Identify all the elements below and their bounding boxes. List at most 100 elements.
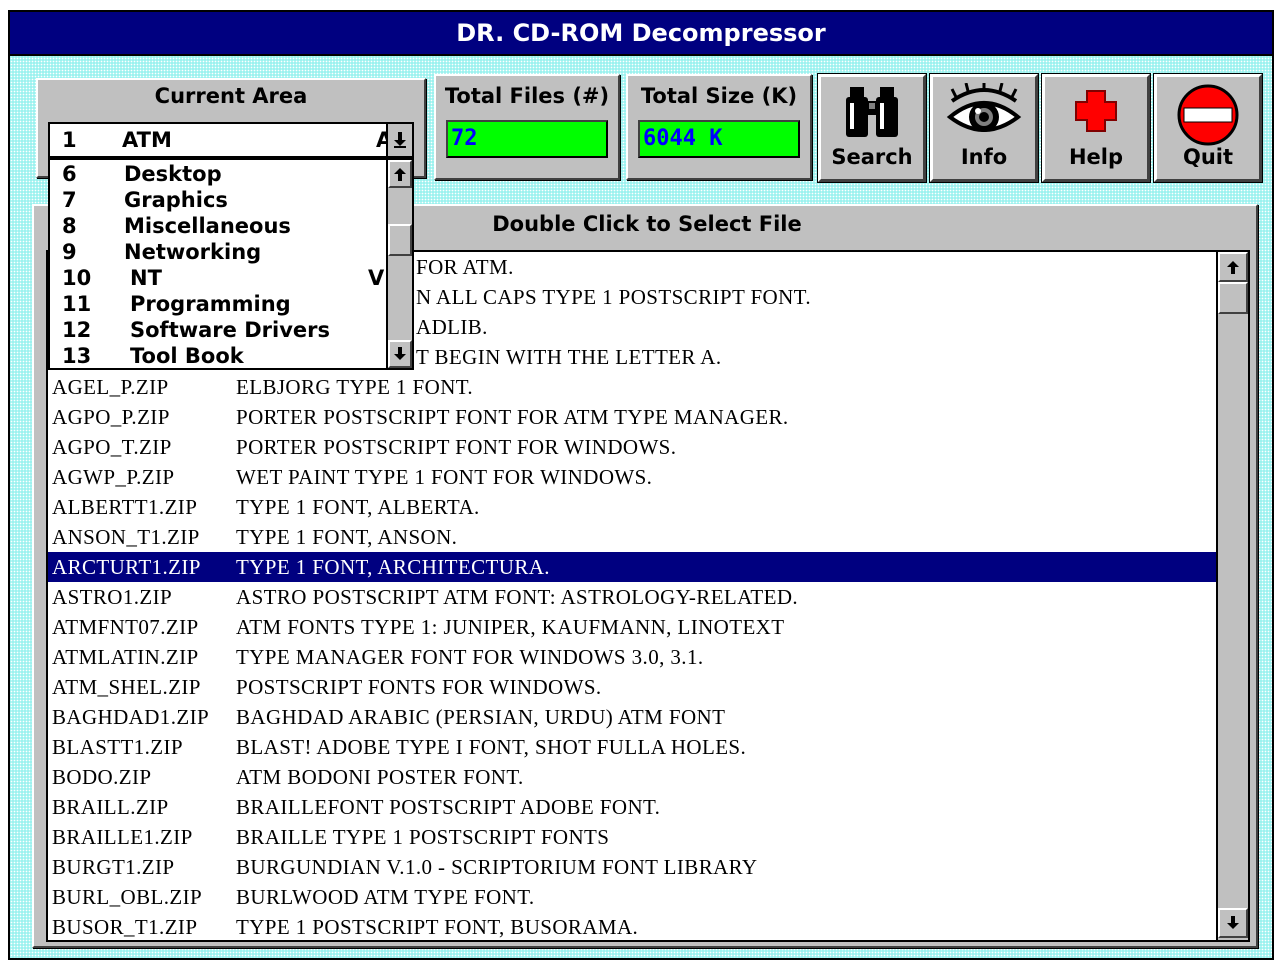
file-description: TYPE 1 POSTSCRIPT FONT, BUSORAMA.	[236, 915, 639, 939]
file-row[interactable]: ATM_SHEL.ZIP POSTSCRIPT FONTS FOR WINDOWS…	[48, 672, 1216, 702]
area-option[interactable]: 7 Graphics	[50, 188, 386, 214]
file-description: T BEGIN WITH THE LETTER A.	[416, 345, 722, 369]
file-description: FOR ATM.	[416, 255, 514, 279]
file-name: AGWP_P.ZIP	[52, 465, 175, 489]
area-option[interactable]: 11 Programming	[50, 292, 386, 318]
file-description: TYPE 1 FONT, ARCHITECTURA.	[236, 555, 550, 579]
area-option[interactable]: 6 Desktop	[50, 162, 386, 188]
area-option-name: Miscellaneous	[124, 214, 291, 238]
quit-button[interactable]: Quit	[1153, 73, 1263, 183]
file-row[interactable]: ATMFNT07.ZIP ATM FONTS TYPE 1: JUNIPER, K…	[48, 612, 1216, 642]
file-name: AGEL_P.ZIP	[52, 375, 169, 399]
binoculars-icon	[846, 87, 898, 137]
area-option-number: 10	[62, 266, 92, 290]
help-button-label: Help	[1068, 145, 1124, 169]
selected-area-name: ATM	[122, 128, 172, 152]
file-row[interactable]: BURGT1.ZIP BURGUNDIAN V.1.0 - SCRIPTORIUM…	[48, 852, 1216, 882]
file-description: BLAST! ADOBE TYPE I FONT, SHOT FULLA HOL…	[236, 735, 747, 759]
file-description: BURLWOOD ATM TYPE FONT.	[236, 885, 535, 909]
file-row[interactable]: BAGHDAD1.ZIP BAGHDAD ARABIC (PERSIAN, URD…	[48, 702, 1216, 732]
current-area-dropdown-list[interactable]: 6 Desktop 7 Graphics 8 Miscellaneous 9 Networki…	[48, 158, 414, 370]
area-option-name: Software Drivers	[130, 318, 330, 342]
area-option[interactable]: 8 Miscellaneous	[50, 214, 386, 240]
area-option-number: 9	[62, 240, 77, 264]
file-row[interactable]: ANSON_T1.ZIP TYPE 1 FONT, ANSON.	[48, 522, 1216, 552]
file-description: TYPE 1 FONT, ANSON.	[236, 525, 458, 549]
file-name: ANSON_T1.ZIP	[52, 525, 200, 549]
file-row[interactable]: AGPO_T.ZIP PORTER POSTSCRIPT FONT FOR WIN…	[48, 432, 1216, 462]
file-row[interactable]: ASTRO1.ZIP ASTRO POSTSCRIPT ATM FONT: AST…	[48, 582, 1216, 612]
area-option-clipped-text: V	[368, 266, 385, 290]
dropdown-scroll-up-button[interactable]	[388, 160, 412, 188]
area-option-name: Programming	[130, 292, 291, 316]
file-row[interactable]: BUSOR_T1.ZIP TYPE 1 POSTSCRIPT FONT, BUSO…	[48, 912, 1216, 942]
file-row[interactable]: BRAILL.ZIP BRAILLEFONT POSTSCRIPT ADOBE F…	[48, 792, 1216, 822]
area-option-number: 7	[62, 188, 77, 212]
file-description: TYPE 1 FONT, ALBERTA.	[236, 495, 480, 519]
area-option-name: Tool Book	[130, 344, 244, 368]
file-description: ASTRO POSTSCRIPT ATM FONT: ASTROLOGY-REL…	[236, 585, 799, 609]
dropdown-scrollbar[interactable]	[386, 160, 412, 368]
file-description: ELBJORG TYPE 1 FONT.	[236, 375, 474, 399]
arrow-down-icon	[394, 347, 406, 360]
area-option-number: 13	[62, 344, 92, 368]
file-row[interactable]: AGPO_P.ZIP PORTER POSTSCRIPT FONT FOR ATM…	[48, 402, 1216, 432]
file-list-scroll-up-button[interactable]	[1218, 252, 1248, 282]
file-name: BUSOR_T1.ZIP	[52, 915, 198, 939]
file-row[interactable]: ALBERTT1.ZIP TYPE 1 FONT, ALBERTA.	[48, 492, 1216, 522]
file-name: BLASTT1.ZIP	[52, 735, 183, 759]
combobox-dropdown-button[interactable]	[386, 124, 412, 156]
file-description: BRAILLEFONT POSTSCRIPT ADOBE FONT.	[236, 795, 661, 819]
file-name: BURGT1.ZIP	[52, 855, 175, 879]
arrow-up-icon	[1227, 261, 1239, 274]
help-button[interactable]: Help	[1041, 73, 1151, 183]
file-name: BAGHDAD1.ZIP	[52, 705, 210, 729]
search-button[interactable]: Search	[817, 73, 927, 183]
file-name: BRAILLE1.ZIP	[52, 825, 193, 849]
area-option-number: 8	[62, 214, 77, 238]
area-option-number: 12	[62, 318, 92, 342]
file-name: ATM_SHEL.ZIP	[52, 675, 201, 699]
file-row[interactable]: BODO.ZIP ATM BODONI POSTER FONT.	[48, 762, 1216, 792]
file-name: ATMFNT07.ZIP	[52, 615, 199, 639]
file-description: PORTER POSTSCRIPT FONT FOR WINDOWS.	[236, 435, 677, 459]
selected-area-number: 1	[62, 128, 77, 152]
file-row[interactable]: AGEL_P.ZIP ELBJORG TYPE 1 FONT.	[48, 372, 1216, 402]
area-option[interactable]: 13 Tool Book	[50, 344, 386, 368]
file-name: BRAILL.ZIP	[52, 795, 169, 819]
area-option[interactable]: 12 Software Drivers	[50, 318, 386, 344]
quit-button-label: Quit	[1182, 145, 1234, 169]
red-cross-icon	[1075, 90, 1117, 132]
area-option[interactable]: 10 NT V	[50, 266, 386, 292]
file-row[interactable]: BRAILLE1.ZIP BRAILLE TYPE 1 POSTSCRIPT FO…	[48, 822, 1216, 852]
area-option-number: 11	[62, 292, 92, 316]
file-description: ATM FONTS TYPE 1: JUNIPER, KAUFMANN, LIN…	[236, 615, 785, 639]
dropdown-scroll-down-button[interactable]	[388, 340, 412, 368]
area-option-name: Graphics	[124, 188, 228, 212]
file-name: AGPO_P.ZIP	[52, 405, 170, 429]
info-button[interactable]: Info	[929, 73, 1039, 183]
file-name: ARCTURT1.ZIP	[52, 555, 201, 579]
area-option[interactable]: 9 Networking	[50, 240, 386, 266]
file-row[interactable]: BLASTT1.ZIP BLAST! ADOBE TYPE I FONT, SHO…	[48, 732, 1216, 762]
file-row[interactable]: BURL_OBL.ZIP BURLWOOD ATM TYPE FONT.	[48, 882, 1216, 912]
file-row[interactable]: ATMLATIN.ZIP TYPE MANAGER FONT FOR WINDOW…	[48, 642, 1216, 672]
file-list-scroll-down-button[interactable]	[1218, 908, 1248, 938]
file-row[interactable]: AGWP_P.ZIP WET PAINT TYPE 1 FONT FOR WIND…	[48, 462, 1216, 492]
file-description: BURGUNDIAN V.1.0 - SCRIPTORIUM FONT LIBR…	[236, 855, 758, 879]
file-row-selected[interactable]: ARCTURT1.ZIP TYPE 1 FONT, ARCHITECTURA.	[48, 552, 1216, 582]
file-list-scroll-thumb[interactable]	[1218, 282, 1248, 314]
total-size-label: Total Size (K)	[640, 84, 798, 108]
window-title: DR. CD-ROM Decompressor	[10, 12, 1272, 56]
file-list-scrollbar[interactable]	[1216, 252, 1248, 940]
file-description: BAGHDAD ARABIC (PERSIAN, URDU) ATM FONT	[236, 705, 726, 729]
current-area-combobox[interactable]: 1 ATM A	[48, 122, 414, 158]
area-option-name: NT	[130, 266, 162, 290]
eye-icon	[946, 83, 1022, 132]
file-description: BRAILLE TYPE 1 POSTSCRIPT FONTS	[236, 825, 610, 849]
info-button-label: Info	[960, 145, 1008, 169]
file-description: TYPE MANAGER FONT FOR WINDOWS 3.0, 3.1.	[236, 645, 704, 669]
arrow-down-icon	[394, 132, 406, 148]
dropdown-scroll-thumb[interactable]	[388, 224, 412, 256]
file-name: ATMLATIN.ZIP	[52, 645, 199, 669]
